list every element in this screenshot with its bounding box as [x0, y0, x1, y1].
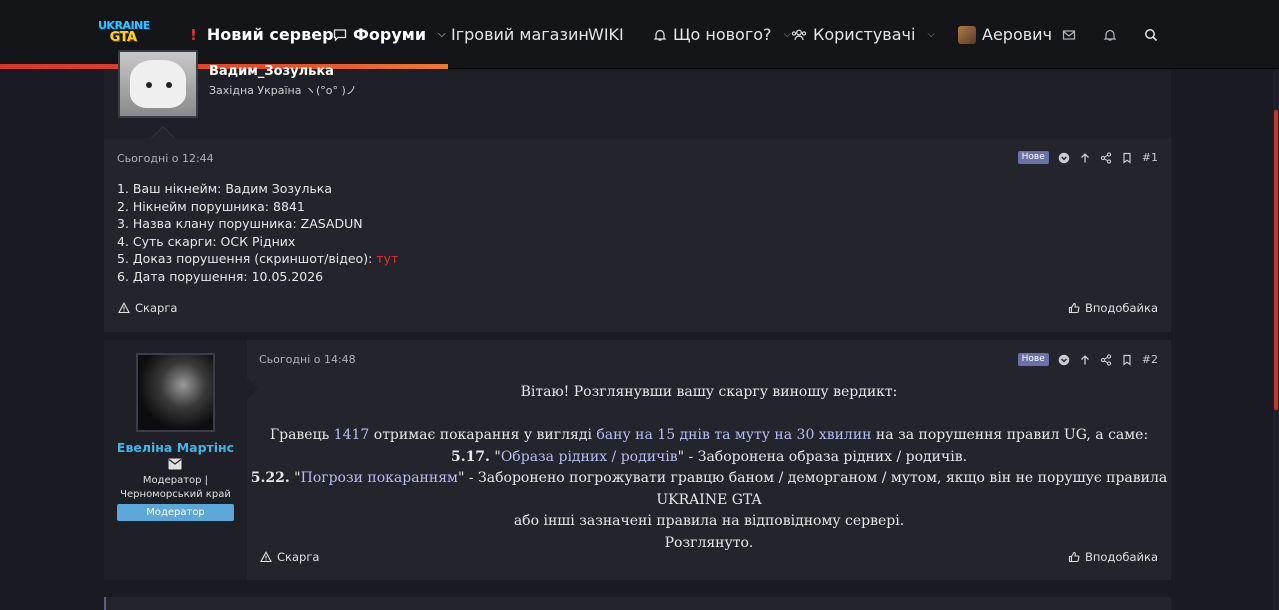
post-time[interactable]: Сьогодні о 14:48 [259, 353, 356, 366]
post-content: 1. Ваш нікнейм: Вадим Зозулька 2. Нікней… [117, 180, 398, 285]
moderator-badge: Модератор [117, 504, 234, 521]
nav-search[interactable] [1144, 0, 1158, 69]
content-line: 2. Нікнейм порушника: 8841 [117, 198, 305, 214]
warning-icon [260, 551, 272, 563]
author-avatar[interactable] [118, 50, 198, 118]
bookmark-icon[interactable] [1121, 152, 1133, 164]
search-icon [1145, 28, 1158, 41]
chevron-circle-down-icon[interactable] [1058, 354, 1070, 366]
arrow-up-icon[interactable] [1079, 152, 1091, 164]
page-scrollbar-thumb[interactable] [1274, 110, 1278, 410]
chevron-down-icon[interactable]: ⌵ [927, 29, 935, 40]
new-badge: Нове [1017, 151, 1049, 164]
user-avatar [958, 25, 976, 44]
content-line: 4. Суть скарги: ОСК Рідних [117, 233, 296, 249]
nav-wiki[interactable]: WIKI [588, 0, 624, 69]
exclamation-icon: ! [190, 25, 197, 44]
content-line: 1. Ваш нікнейм: Вадим Зозулька [117, 181, 333, 196]
post-tools: Нове #1 [1017, 151, 1158, 164]
next-post-edge [104, 597, 1171, 610]
content-line: 6. Дата порушення: 10.05.2026 [117, 268, 324, 284]
users-icon [791, 29, 807, 40]
arrow-up-icon[interactable] [1079, 354, 1091, 366]
greeting-line: Вітаю! Розглянувши вашу скаргу виношу ве… [520, 384, 898, 400]
content-line: 3. Назва клану порушника: ZASADUN [117, 216, 363, 231]
thumbs-up-icon [1068, 551, 1080, 563]
post-number[interactable]: #2 [1142, 353, 1158, 366]
nav-forums[interactable]: Форуми ⌵ [333, 0, 446, 69]
closing-line: Розглянуто. [664, 534, 754, 551]
report-button[interactable]: Скарга [260, 550, 319, 564]
chat-bubble-icon [333, 28, 347, 42]
post-content: Вітаю! Розглянувши вашу скаргу виношу ве… [247, 382, 1171, 554]
post-number[interactable]: #1 [1142, 151, 1158, 164]
post-author-sidebar: Евеліна Мартінс Модератор | Черноморськи… [104, 340, 247, 580]
author-caret [152, 127, 174, 138]
post-tools: Нове #2 [1017, 353, 1158, 366]
content-line: 5. Доказ порушення (скриншот/відео): тут [117, 251, 399, 266]
rule-line: 5.22. "Погрози покаранням" - Заборонено … [250, 470, 1168, 508]
verdict-line: Гравець 1417 отримає покарання у вигляді… [269, 427, 1149, 443]
bookmark-icon[interactable] [1121, 354, 1133, 366]
post-author-header: Вадим_Зозулька Західна Україна ヽ(°o° )ノ [104, 50, 1171, 138]
rule-link[interactable]: Погрози покаранням [301, 470, 458, 486]
chevron-circle-down-icon[interactable] [1058, 152, 1070, 164]
nav-user-account[interactable]: Аерович [958, 0, 1052, 69]
author-avatar[interactable] [136, 353, 215, 432]
share-icon[interactable] [1100, 353, 1112, 366]
new-badge: Нове [1017, 353, 1049, 366]
chevron-down-icon[interactable]: ⌵ [438, 29, 446, 40]
envelope-icon [1062, 29, 1076, 40]
author-name[interactable]: Вадим_Зозулька [209, 64, 334, 79]
warning-icon [118, 302, 130, 314]
nav-alerts[interactable] [1103, 0, 1117, 69]
post-1: Вадим_Зозулька Західна Україна ヽ(°o° )ノ … [104, 50, 1171, 332]
nav-shop[interactable]: Ігровий магазин [451, 0, 589, 69]
rule-line-continued: або інші зазначені правила на відповідно… [513, 513, 905, 529]
post-time[interactable]: Сьогодні о 12:44 [117, 152, 214, 165]
rule-link[interactable]: Образа рідних / родичів [501, 449, 678, 465]
author-role: Модератор | Черноморський край [120, 475, 231, 500]
nav-users[interactable]: Користувачі ⌵ [791, 0, 935, 69]
nav-inbox[interactable] [1062, 0, 1076, 69]
nav-whats-new[interactable]: Що нового? ⌵ [653, 0, 791, 69]
thumbs-up-icon [1068, 302, 1080, 314]
author-title: Західна Україна ヽ(°o° )ノ [209, 84, 357, 97]
proof-link[interactable]: тут [376, 251, 398, 266]
chevron-down-icon[interactable]: ⌵ [784, 29, 792, 40]
report-button[interactable]: Скарга [118, 301, 177, 315]
share-icon[interactable] [1100, 151, 1112, 164]
author-name[interactable]: Евеліна Мартінс [104, 440, 247, 455]
like-button[interactable]: Вподобайка [1068, 301, 1158, 315]
rule-line: 5.17. "Образа рідних / родичів" - Заборо… [450, 448, 968, 465]
bear-avatar-image [130, 60, 186, 108]
site-logo[interactable]: UKRAINE GTA [98, 20, 150, 50]
post-2: Евеліна Мартінс Модератор | Черноморськи… [104, 340, 1171, 580]
nav-new-server[interactable]: ! Новий сервер [190, 0, 334, 69]
like-button[interactable]: Вподобайка [1068, 550, 1158, 564]
bell-icon [653, 29, 667, 41]
envelope-icon[interactable] [168, 458, 182, 470]
bell-icon [1103, 29, 1117, 41]
